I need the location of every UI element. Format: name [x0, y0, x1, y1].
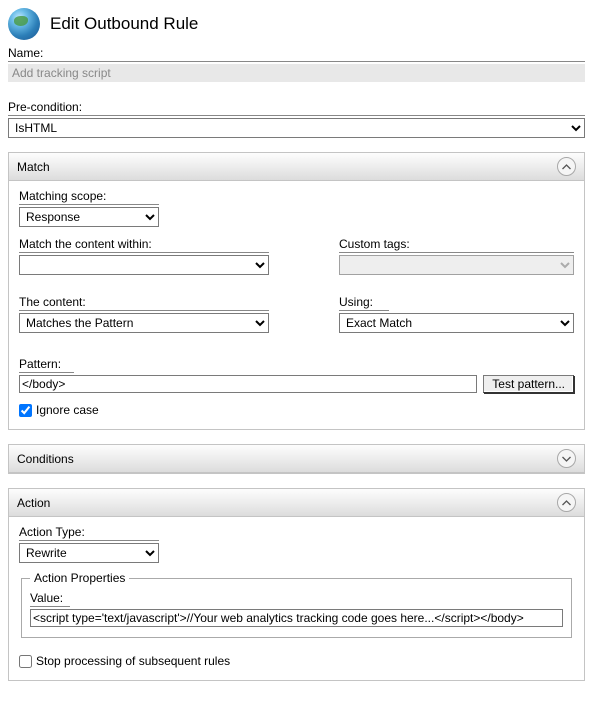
globe-icon: [8, 8, 40, 40]
pattern-label: Pattern:: [19, 357, 74, 373]
the-content-select[interactable]: Matches the Pattern: [19, 313, 269, 333]
match-header[interactable]: Match: [9, 153, 584, 181]
matching-scope-select[interactable]: Response: [19, 207, 159, 227]
match-title: Match: [17, 160, 50, 174]
value-input[interactable]: [30, 609, 563, 627]
content-within-select[interactable]: [19, 255, 269, 275]
action-title: Action: [17, 496, 50, 510]
using-label: Using:: [339, 295, 389, 311]
conditions-header[interactable]: Conditions: [9, 445, 584, 473]
precondition-select[interactable]: IsHTML: [8, 118, 585, 138]
conditions-title: Conditions: [17, 452, 74, 466]
precondition-label: Pre-condition:: [8, 100, 585, 116]
action-header[interactable]: Action: [9, 489, 584, 517]
action-group: Action Action Type: Rewrite Action Prope…: [8, 488, 585, 681]
matching-scope-label: Matching scope:: [19, 189, 159, 205]
using-select[interactable]: Exact Match: [339, 313, 574, 333]
name-input[interactable]: Add tracking script: [8, 64, 585, 82]
page-header: Edit Outbound Rule: [8, 8, 585, 40]
expand-icon[interactable]: [557, 449, 576, 468]
test-pattern-button[interactable]: Test pattern...: [483, 375, 574, 393]
action-type-label: Action Type:: [19, 525, 159, 541]
content-within-label: Match the content within:: [19, 237, 269, 253]
stop-processing-label: Stop processing of subsequent rules: [36, 654, 230, 668]
custom-tags-select: [339, 255, 574, 275]
value-label: Value:: [30, 591, 70, 607]
action-properties-fieldset: Action Properties Value:: [21, 571, 572, 638]
name-label: Name:: [8, 46, 585, 62]
pattern-input[interactable]: [19, 375, 477, 393]
match-group: Match Matching scope: Response Match the…: [8, 152, 585, 430]
custom-tags-label: Custom tags:: [339, 237, 574, 253]
collapse-icon[interactable]: [557, 157, 576, 176]
page-title: Edit Outbound Rule: [50, 14, 198, 34]
collapse-icon[interactable]: [557, 493, 576, 512]
the-content-label: The content:: [19, 295, 269, 311]
ignore-case-label: Ignore case: [36, 403, 99, 417]
conditions-group: Conditions: [8, 444, 585, 474]
ignore-case-checkbox[interactable]: [19, 404, 32, 417]
action-properties-legend: Action Properties: [30, 571, 129, 585]
stop-processing-checkbox[interactable]: [19, 655, 32, 668]
action-type-select[interactable]: Rewrite: [19, 543, 159, 563]
